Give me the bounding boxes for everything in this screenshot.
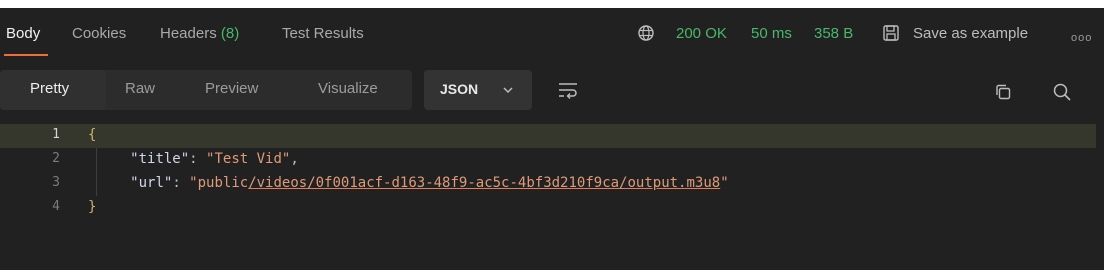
tab-headers[interactable]: Headers (8) (160, 25, 239, 42)
format-dropdown-value: JSON (440, 81, 479, 97)
wrap-lines-icon[interactable] (557, 81, 579, 99)
json-value-url-link[interactable]: /videos/0f001acf-d163-48f9-ac5c-4bf3d210… (248, 175, 720, 191)
view-mode-pretty[interactable]: Pretty (30, 80, 69, 97)
line-number: 4 (52, 199, 60, 214)
response-tab-bar: Body Cookies Headers (8) Test Results 20… (0, 8, 1104, 60)
response-panel: Body Cookies Headers (8) Test Results 20… (0, 8, 1104, 270)
save-as-example-button[interactable]: Save as example (913, 25, 1028, 42)
chevron-down-icon (503, 87, 513, 94)
tab-test-results[interactable]: Test Results (282, 25, 364, 42)
tab-headers-label: Headers (160, 25, 217, 42)
copy-icon[interactable] (994, 83, 1012, 101)
response-time[interactable]: 50 ms (751, 25, 792, 42)
code-line-2: 2 "title": "Test Vid", (0, 148, 1096, 172)
save-icon[interactable] (882, 24, 900, 42)
code-line-3: 3 "url": "public/videos/0f001acf-d163-48… (0, 172, 1096, 196)
tab-cookies[interactable]: Cookies (72, 25, 126, 42)
close-brace: } (88, 199, 97, 215)
json-key-url: "url" (130, 175, 173, 191)
view-mode-raw[interactable]: Raw (125, 80, 155, 97)
code-content: } (88, 199, 96, 215)
tab-headers-count: (8) (220, 25, 240, 42)
search-icon[interactable] (1052, 82, 1072, 102)
code-line-4: 4 } (0, 196, 1096, 220)
view-toolbar: Pretty Raw Preview Visualize JSON (0, 62, 1104, 114)
code-content: "title": "Test Vid", (130, 151, 299, 167)
line-number: 2 (52, 151, 60, 166)
line-number: 1 (52, 127, 60, 142)
screenshot-frame: Body Cookies Headers (8) Test Results 20… (0, 0, 1107, 276)
more-options-button[interactable]: ooo (1071, 32, 1092, 44)
line-number: 3 (52, 175, 60, 190)
active-tab-indicator (4, 54, 48, 56)
code-content: { (88, 127, 96, 143)
tab-body[interactable]: Body (6, 25, 40, 42)
json-key-title: "title" (130, 151, 190, 167)
indent-guide (96, 148, 97, 196)
format-dropdown[interactable]: JSON (424, 70, 532, 110)
view-mode-visualize[interactable]: Visualize (318, 80, 378, 97)
json-value-url-prefix: "public (189, 175, 249, 191)
code-line-1: 1 { (0, 124, 1096, 148)
response-size[interactable]: 358 B (814, 25, 853, 42)
code-content: "url": "public/videos/0f001acf-d163-48f9… (130, 175, 729, 191)
json-value-url-suffix: " (720, 175, 729, 191)
status-code[interactable]: 200 OK (676, 25, 727, 42)
globe-icon[interactable] (637, 24, 655, 42)
view-mode-switcher: Pretty Raw Preview Visualize (0, 70, 412, 110)
open-brace: { (88, 127, 97, 143)
json-value-title: "Test Vid" (206, 151, 291, 167)
view-mode-preview[interactable]: Preview (205, 80, 258, 97)
